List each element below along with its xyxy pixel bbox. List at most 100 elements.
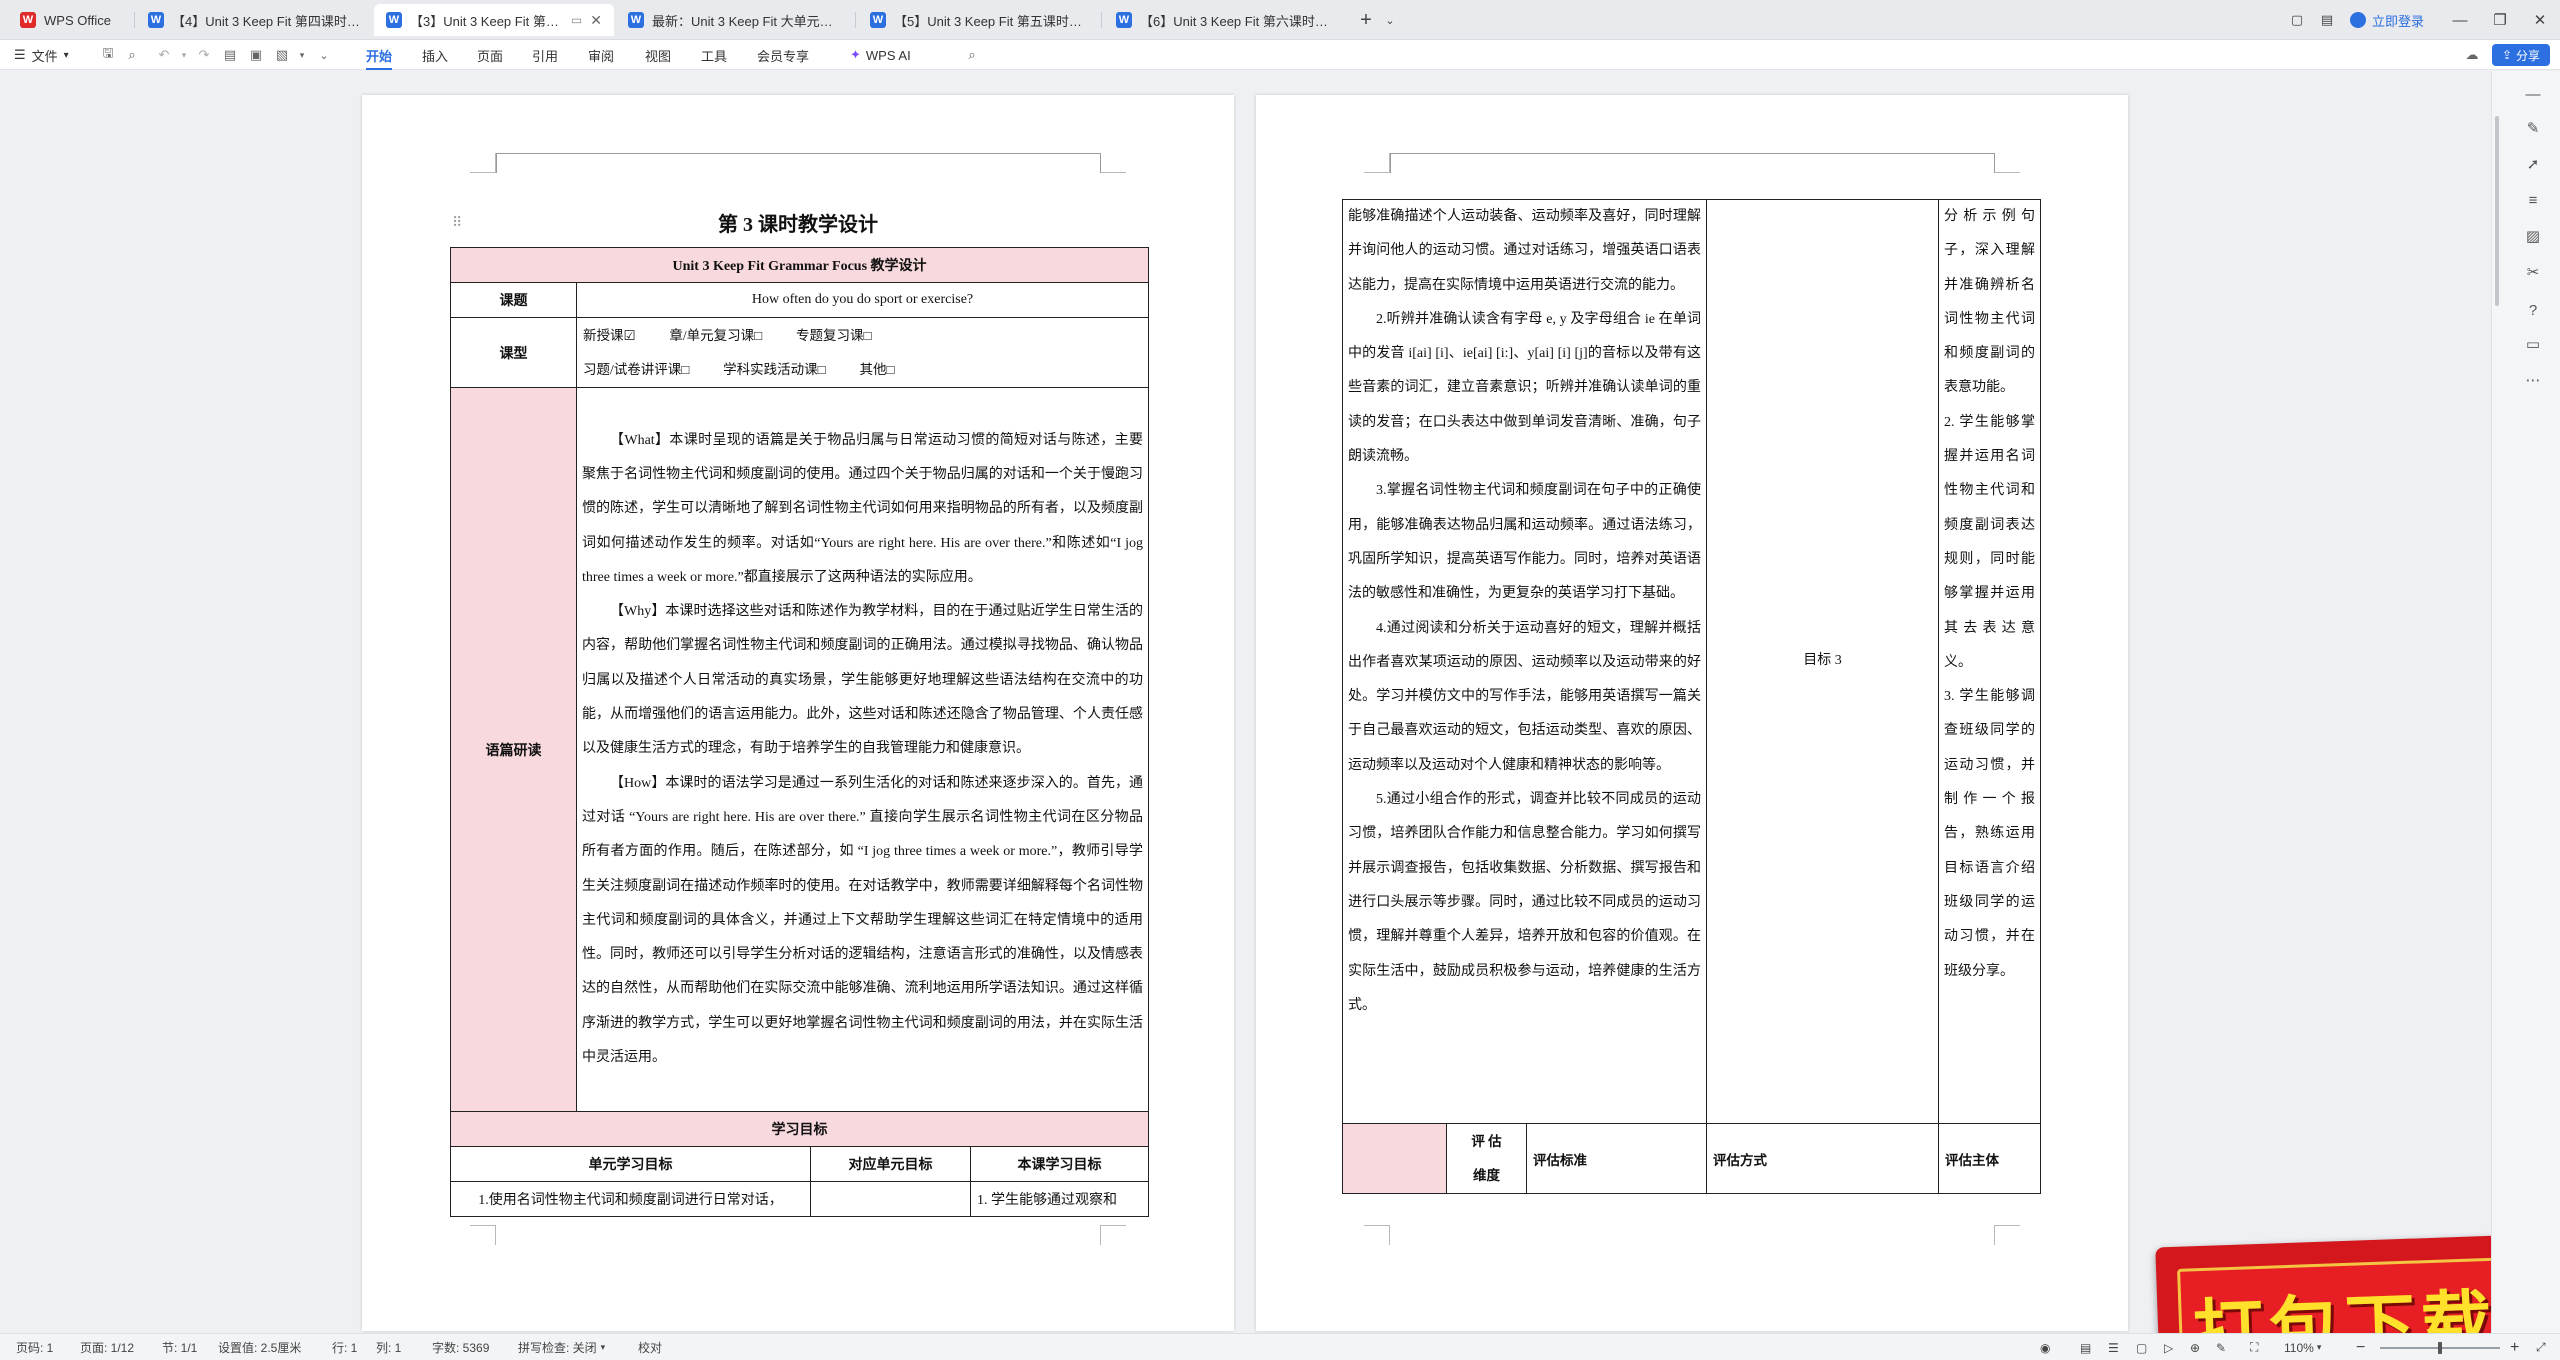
goals-header-unit: 单元学习目标 — [450, 1146, 811, 1182]
status-page[interactable]: 页码: 1 — [16, 1334, 53, 1360]
document-canvas[interactable]: ⠿ 第 3 课时教学设计 Unit 3 Keep Fit Grammar Foc… — [0, 71, 2535, 1360]
vertical-scrollbar-thumb[interactable] — [2495, 116, 2499, 306]
status-row[interactable]: 行: 1 — [332, 1334, 357, 1360]
eval-header-method: 评估方式 — [1706, 1123, 1940, 1194]
print-preview-icon[interactable]: ▤ — [222, 47, 238, 63]
status-word-count[interactable]: 字数: 5369 — [432, 1334, 489, 1360]
wps-logo-icon: W — [20, 12, 36, 28]
tools-icon[interactable]: ✂ — [2524, 263, 2542, 281]
share-button[interactable]: ⇪ 分享 — [2492, 44, 2550, 66]
help-icon[interactable]: ? — [2524, 301, 2542, 319]
word-doc-icon: W — [386, 12, 402, 28]
document-page-1[interactable]: ⠿ 第 3 课时教学设计 Unit 3 Keep Fit Grammar Foc… — [362, 95, 1234, 1331]
eye-protection-icon[interactable]: ◉ — [2040, 1334, 2050, 1360]
wps-ai-button[interactable]: ✦ WPS AI — [850, 40, 911, 70]
text-analysis-label: 语篇研读 — [450, 387, 577, 1112]
undo-dropdown-icon[interactable]: ▾ — [176, 47, 192, 63]
spell-check-label: 拼写检查: 关闭 — [518, 1341, 597, 1355]
chevron-down-icon: ▾ — [63, 49, 69, 61]
tab-bar: W WPS Office W 【4】Unit 3 Keep Fit 第四课时（S… — [0, 0, 2560, 40]
proofread-button[interactable]: 校对 — [638, 1334, 662, 1360]
ribbon-tab-insert[interactable]: 插入 — [422, 40, 448, 70]
zoom-level-dropdown[interactable]: 110% ▾ — [2284, 1334, 2321, 1360]
tab-label: 【6】Unit 3 Keep Fit 第六课时（Pr — [1140, 13, 1332, 29]
export-pdf-icon[interactable]: ▣ — [248, 47, 264, 63]
settings-sliders-icon[interactable]: ≡ — [2524, 191, 2542, 209]
close-window-icon[interactable]: ✕ — [2520, 0, 2560, 40]
page-view-icon[interactable]: ▤ — [2080, 1334, 2091, 1360]
ribbon-tab-references[interactable]: 引用 — [532, 40, 558, 70]
tab-document[interactable]: W 【6】Unit 3 Keep Fit 第六课时（Pr — [1104, 4, 1344, 36]
tab-document[interactable]: W 【5】Unit 3 Keep Fit 第五课时（Se — [858, 4, 1098, 36]
save-icon[interactable]: 🖫 — [100, 45, 116, 63]
web-view-icon[interactable]: ⊕ — [2190, 1334, 2200, 1360]
menu-button[interactable]: ☰ 文件 ▾ — [14, 40, 69, 70]
collapse-icon[interactable]: — — [2524, 85, 2542, 103]
pen-annotate-icon[interactable]: ✎ — [2216, 1334, 2226, 1360]
reading-view-icon[interactable]: ▢ — [2136, 1334, 2147, 1360]
zoom-in-icon[interactable]: + — [2510, 1334, 2519, 1360]
search-doc-icon[interactable]: ⌕ — [124, 47, 140, 63]
zoom-slider[interactable] — [2380, 1334, 2500, 1360]
document-page-2[interactable]: 能够准确描述个人运动装备、运动频率及喜好，同时理解并询问他人的运动习惯。通过对话… — [1256, 95, 2128, 1331]
spell-check-toggle[interactable]: 拼写检查: 关闭 ▾ — [518, 1334, 605, 1360]
document-list-icon[interactable]: ▤ — [2312, 0, 2342, 40]
unit-goal-paragraph: 4.通过阅读和分析关于运动喜好的短文，理解并概括出作者喜欢某项运动的原因、运动频… — [1348, 620, 1702, 773]
ribbon-tab-member[interactable]: 会员专享 — [757, 40, 809, 70]
bookmark-icon[interactable]: ▭ — [2524, 335, 2542, 353]
tab-document[interactable]: W 【4】Unit 3 Keep Fit 第四课时（Se — [136, 4, 372, 36]
tab-label: 【3】Unit 3 Keep Fit 第三课 — [410, 13, 565, 29]
tab-document[interactable]: W 最新：Unit 3 Keep Fit 大单元整体设 — [616, 4, 852, 36]
outline-view-icon[interactable]: ☰ — [2108, 1334, 2119, 1360]
format-painter-icon[interactable]: ▧ — [274, 47, 290, 63]
status-pages[interactable]: 页面: 1/12 — [80, 1334, 134, 1360]
redo-icon[interactable]: ↷ — [196, 47, 212, 63]
select-cursor-icon[interactable]: ➚ — [2524, 155, 2542, 173]
format-dropdown-icon[interactable]: ▾ — [294, 47, 310, 63]
ribbon-tab-tools[interactable]: 工具 — [701, 40, 727, 70]
lesson-goals-cell: 分析示例句子，深入理解并准确辨析名词性物主代词和频度副词的表意功能。 2. 学生… — [1938, 199, 2042, 1124]
word-doc-icon: W — [628, 12, 644, 28]
ribbon-tab-review[interactable]: 审阅 — [588, 40, 614, 70]
zoom-out-icon[interactable]: − — [2356, 1334, 2365, 1360]
more-chevron-down-icon[interactable]: ⌄ — [316, 47, 332, 63]
edit-pen-icon[interactable]: ✎ — [2524, 119, 2542, 137]
hamburger-icon: ☰ — [14, 47, 26, 62]
search-icon[interactable]: ⌕ — [964, 47, 980, 63]
lesson-type-label: 课型 — [450, 317, 577, 388]
status-col[interactable]: 列: 1 — [376, 1334, 401, 1360]
login-button[interactable]: 立即登录 — [2350, 8, 2424, 32]
fit-page-icon[interactable]: ⛶ — [2250, 1334, 2258, 1360]
ribbon-tab-home[interactable]: 开始 — [366, 40, 393, 70]
close-tab-icon[interactable]: ✕ — [590, 12, 602, 29]
word-doc-icon: W — [870, 12, 886, 28]
status-section[interactable]: 节: 1/1 — [162, 1334, 197, 1360]
cloud-sync-icon[interactable]: ☁ — [2464, 47, 2480, 63]
unit-goal-paragraph: 3.掌握名词性物主代词和频度副词在句子中的正确使用，能够准确表达物品归属和运动频… — [1348, 483, 1702, 602]
zoom-slider-handle[interactable] — [2438, 1341, 2442, 1354]
tab-label: 【5】Unit 3 Keep Fit 第五课时（Se — [894, 13, 1086, 29]
tab-list-chevron-icon[interactable]: ⌄ — [1380, 0, 1400, 40]
play-icon[interactable]: ▷ — [2164, 1334, 2173, 1360]
eval-header-subject: 评估主体 — [1938, 1123, 2042, 1194]
word-doc-icon: W — [148, 12, 164, 28]
new-tab-plus-icon[interactable]: + — [1352, 0, 1380, 40]
undo-icon[interactable]: ↶ — [156, 47, 172, 63]
tab-document-active[interactable]: W 【3】Unit 3 Keep Fit 第三课 ▭ ✕ — [374, 4, 614, 36]
image-edit-icon[interactable]: ▨ — [2524, 227, 2542, 245]
topic-label: 课题 — [450, 282, 577, 318]
ai-sparkle-icon: ✦ — [850, 47, 861, 62]
window-layout-icon[interactable]: ▢ — [2282, 0, 2312, 40]
minimize-icon[interactable]: — — [2440, 0, 2480, 40]
goals-cell: 1.使用名词性物主代词和频度副词进行日常对话， — [450, 1181, 811, 1217]
chevron-down-icon: ▾ — [600, 1342, 606, 1352]
tab-wps-office[interactable]: W WPS Office — [8, 4, 130, 36]
fullscreen-icon[interactable]: ⤢ — [2536, 1334, 2546, 1360]
status-setting[interactable]: 设置值: 2.5厘米 — [218, 1334, 301, 1360]
unit-goal-paragraph: 能够准确描述个人运动装备、运动频率及喜好，同时理解并询问他人的运动习惯。通过对话… — [1348, 209, 1702, 293]
ribbon-tab-view[interactable]: 视图 — [645, 40, 671, 70]
text-analysis-content: 【What】本课时呈现的语篇是关于物品归属与日常运动习惯的简短对话与陈述，主要聚… — [575, 387, 1150, 1112]
more-options-icon[interactable]: ⋯ — [2524, 371, 2542, 389]
ribbon-tab-page[interactable]: 页面 — [477, 40, 503, 70]
restore-window-icon[interactable]: ❐ — [2480, 0, 2520, 40]
